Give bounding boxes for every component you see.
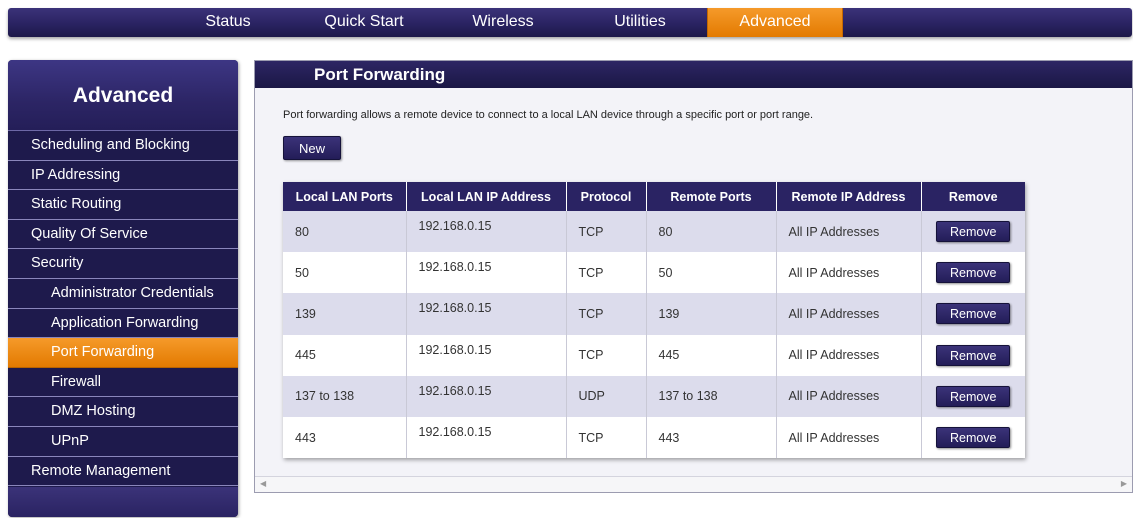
column-header-remove: Remove [921, 182, 1025, 211]
cell-local-ports: 50 [283, 252, 407, 294]
cell-local-ports: 445 [283, 334, 407, 376]
main-panel: Port Forwarding Port forwarding allows a… [254, 60, 1133, 493]
horizontal-scrollbar[interactable]: ◀ ▶ [255, 476, 1132, 492]
cell-remove: Remove [921, 334, 1025, 376]
cell-remote-ports: 443 [646, 416, 777, 459]
sidebar-item-application-forwarding[interactable]: Application Forwarding [8, 308, 238, 339]
column-header-local-lan-ports: Local LAN Ports [283, 182, 407, 211]
nav-tab-status[interactable]: Status [193, 8, 263, 37]
sidebar-item-upnp[interactable]: UPnP [8, 426, 238, 457]
cell-protocol: TCP [566, 293, 647, 335]
cell-protocol: TCP [566, 334, 647, 376]
port-forwarding-table: Local LAN Ports Local LAN IP Address Pro… [283, 182, 1025, 459]
cell-local-ip: 192.168.0.15 [406, 416, 567, 459]
sidebar-footer [8, 487, 238, 517]
cell-protocol: TCP [566, 416, 647, 459]
cell-remote-ip: All IP Addresses [776, 375, 922, 417]
cell-local-ip: 192.168.0.15 [406, 211, 567, 253]
cell-remote-ip: All IP Addresses [776, 211, 922, 253]
cell-remote-ports: 80 [646, 211, 777, 253]
nav-tab-wireless[interactable]: Wireless [463, 8, 543, 37]
cell-local-ports: 80 [283, 211, 407, 253]
cell-local-ip: 192.168.0.15 [406, 293, 567, 335]
table-header-row: Local LAN Ports Local LAN IP Address Pro… [283, 182, 1025, 211]
cell-local-ports: 443 [283, 416, 407, 459]
remove-button[interactable]: Remove [936, 303, 1011, 325]
sidebar-item-port-forwarding[interactable]: Port Forwarding [8, 338, 238, 368]
chevron-left-icon[interactable]: ◀ [260, 479, 266, 488]
nav-tab-advanced[interactable]: Advanced [707, 8, 843, 37]
cell-remote-ports: 139 [646, 293, 777, 335]
page-title: Port Forwarding [255, 61, 1132, 88]
cell-local-ports: 139 [283, 293, 407, 335]
cell-local-ip: 192.168.0.15 [406, 252, 567, 294]
remove-button[interactable]: Remove [936, 385, 1011, 407]
sidebar-item-ip-addressing[interactable]: IP Addressing [8, 160, 238, 191]
remove-button[interactable]: Remove [936, 221, 1011, 243]
remove-button[interactable]: Remove [936, 344, 1011, 366]
new-rule-button[interactable]: New [283, 136, 341, 160]
column-header-remote-ports: Remote Ports [646, 182, 777, 211]
cell-remove: Remove [921, 252, 1025, 294]
column-header-protocol: Protocol [566, 182, 647, 211]
cell-remote-ip: All IP Addresses [776, 293, 922, 335]
remove-button[interactable]: Remove [936, 262, 1011, 284]
sidebar-item-remote-management[interactable]: Remote Management [8, 456, 238, 487]
table-row: 139 192.168.0.15 TCP 139 All IP Addresse… [283, 293, 1025, 335]
cell-protocol: UDP [566, 375, 647, 417]
cell-remove: Remove [921, 293, 1025, 335]
sidebar: Advanced Scheduling and Blocking IP Addr… [8, 60, 238, 517]
column-header-remote-ip-address: Remote IP Address [776, 182, 922, 211]
table-row: 80 192.168.0.15 TCP 80 All IP Addresses … [283, 211, 1025, 253]
cell-remote-ports: 50 [646, 252, 777, 294]
cell-remote-ports: 445 [646, 334, 777, 376]
sidebar-item-security[interactable]: Security [8, 249, 238, 279]
cell-local-ip: 192.168.0.15 [406, 375, 567, 417]
sidebar-item-dmz-hosting[interactable]: DMZ Hosting [8, 397, 238, 427]
cell-protocol: TCP [566, 211, 647, 253]
top-navigation: Status Quick Start Wireless Utilities Ad… [8, 8, 1132, 37]
remove-button[interactable]: Remove [936, 427, 1011, 449]
sidebar-item-quality-of-service[interactable]: Quality Of Service [8, 219, 238, 250]
sidebar-item-administrator-credentials[interactable]: Administrator Credentials [8, 278, 238, 309]
cell-remote-ports: 137 to 138 [646, 375, 777, 417]
sidebar-item-firewall[interactable]: Firewall [8, 367, 238, 398]
cell-remove: Remove [921, 375, 1025, 417]
cell-local-ports: 137 to 138 [283, 375, 407, 417]
cell-remove: Remove [921, 416, 1025, 459]
chevron-right-icon[interactable]: ▶ [1121, 479, 1127, 488]
sidebar-item-scheduling-and-blocking[interactable]: Scheduling and Blocking [8, 131, 238, 161]
nav-tab-quick-start[interactable]: Quick Start [318, 8, 410, 37]
cell-remote-ip: All IP Addresses [776, 252, 922, 294]
table-row: 443 192.168.0.15 TCP 443 All IP Addresse… [283, 416, 1025, 459]
cell-protocol: TCP [566, 252, 647, 294]
cell-remove: Remove [921, 211, 1025, 253]
cell-remote-ip: All IP Addresses [776, 416, 922, 459]
table-row: 137 to 138 192.168.0.15 UDP 137 to 138 A… [283, 375, 1025, 417]
sidebar-title: Advanced [8, 60, 238, 131]
cell-local-ip: 192.168.0.15 [406, 334, 567, 376]
nav-tab-utilities[interactable]: Utilities [606, 8, 674, 37]
table-row: 50 192.168.0.15 TCP 50 All IP Addresses … [283, 252, 1025, 294]
page-description: Port forwarding allows a remote device t… [283, 109, 814, 121]
cell-remote-ip: All IP Addresses [776, 334, 922, 376]
table-row: 445 192.168.0.15 TCP 445 All IP Addresse… [283, 334, 1025, 376]
sidebar-item-static-routing[interactable]: Static Routing [8, 190, 238, 220]
column-header-local-lan-ip-address: Local LAN IP Address [406, 182, 567, 211]
